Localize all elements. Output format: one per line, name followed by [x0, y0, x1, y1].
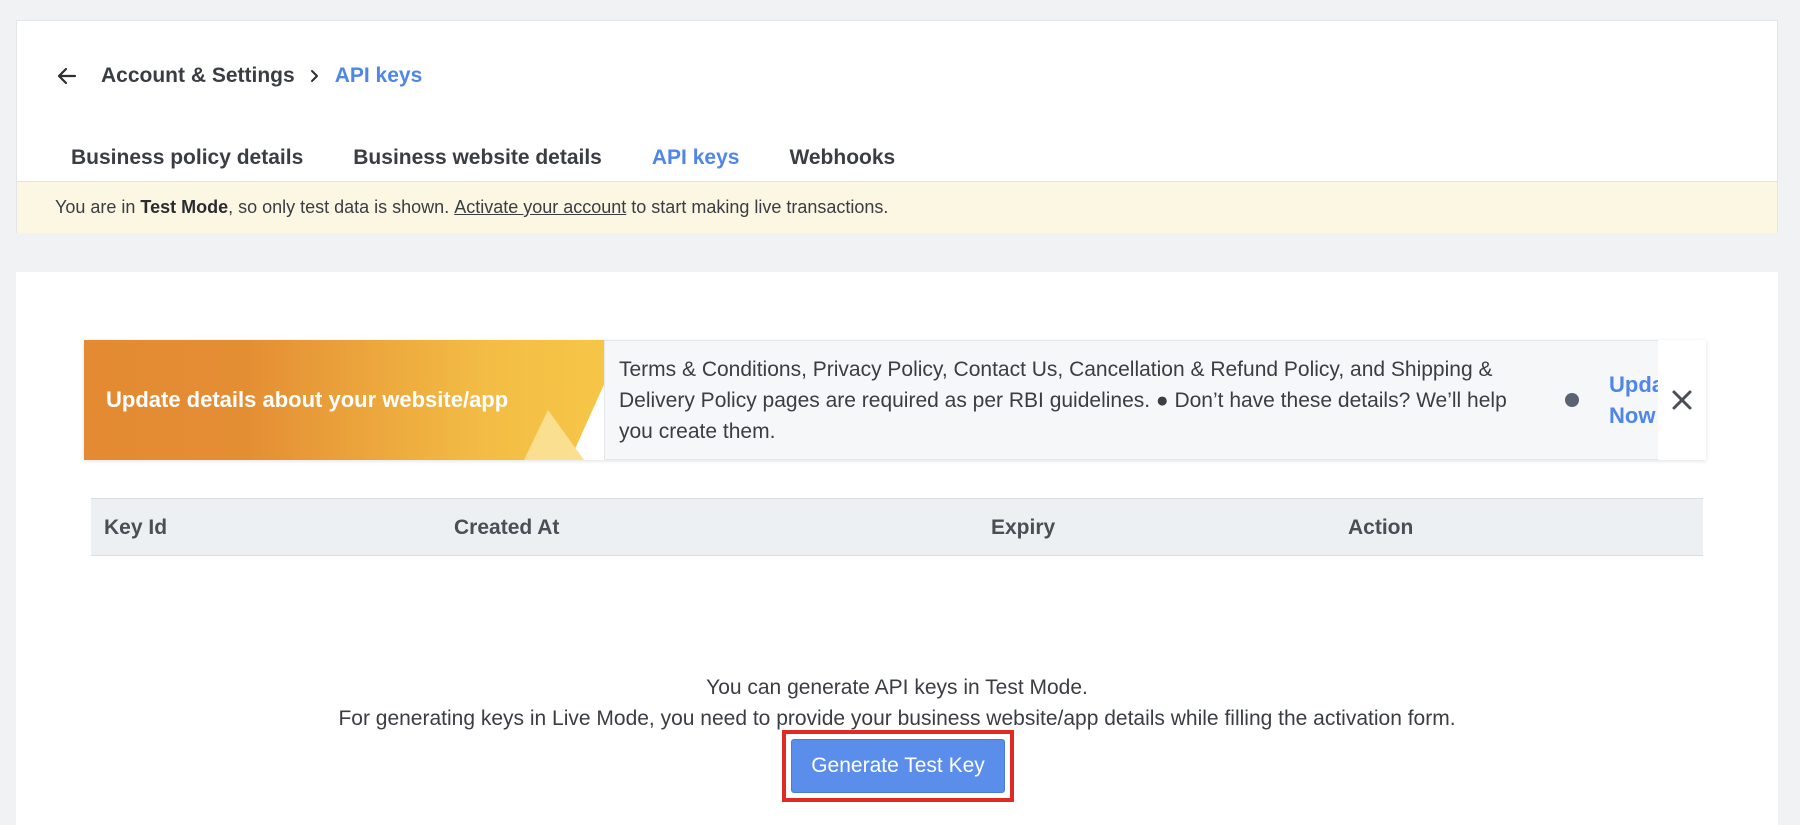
generate-test-key-button[interactable]: Generate Test Key — [791, 739, 1005, 793]
api-keys-table-header: Key Id Created At Expiry Action — [91, 498, 1703, 556]
generate-key-highlight: Generate Test Key — [782, 730, 1014, 802]
test-banner-middle: , so only test data is shown. — [228, 197, 455, 217]
empty-state-message: You can generate API keys in Test Mode. … — [16, 672, 1778, 734]
notice-title: Update details about your website/app — [106, 387, 509, 412]
activate-account-link[interactable]: Activate your account — [454, 197, 626, 218]
test-banner-prefix: You are in — [55, 197, 141, 217]
test-mode-label: Test Mode — [140, 197, 229, 217]
notice-left: Update details about your website/app — [84, 340, 624, 460]
back-arrow-icon[interactable] — [57, 61, 101, 91]
update-details-notice: Update details about your website/app Te… — [84, 340, 1706, 460]
column-key-id: Key Id — [104, 516, 168, 539]
column-created-at: Created At — [454, 516, 560, 539]
test-mode-banner: You are in Test Mode , so only test data… — [17, 181, 1777, 233]
api-keys-card: Update details about your website/app Te… — [16, 272, 1778, 825]
notice-text: Terms & Conditions, Privacy Policy, Cont… — [619, 357, 1507, 443]
notice-decoration — [524, 410, 584, 460]
notice-body: Terms & Conditions, Privacy Policy, Cont… — [604, 340, 1706, 460]
column-action: Action — [1348, 516, 1414, 539]
close-icon[interactable] — [1658, 340, 1706, 460]
chevron-right-icon — [295, 69, 335, 83]
breadcrumb: Account & Settings API keys — [57, 61, 422, 91]
column-expiry: Expiry — [991, 516, 1056, 539]
empty-state-line-1: You can generate API keys in Test Mode. — [706, 676, 1088, 699]
settings-header-card: Account & Settings API keys Business pol… — [16, 20, 1778, 233]
test-banner-suffix: to start making live transactions. — [626, 197, 889, 217]
bullet-dot-icon — [1565, 393, 1579, 407]
breadcrumb-current: API keys — [334, 64, 423, 87]
breadcrumb-parent[interactable]: Account & Settings — [101, 64, 295, 88]
